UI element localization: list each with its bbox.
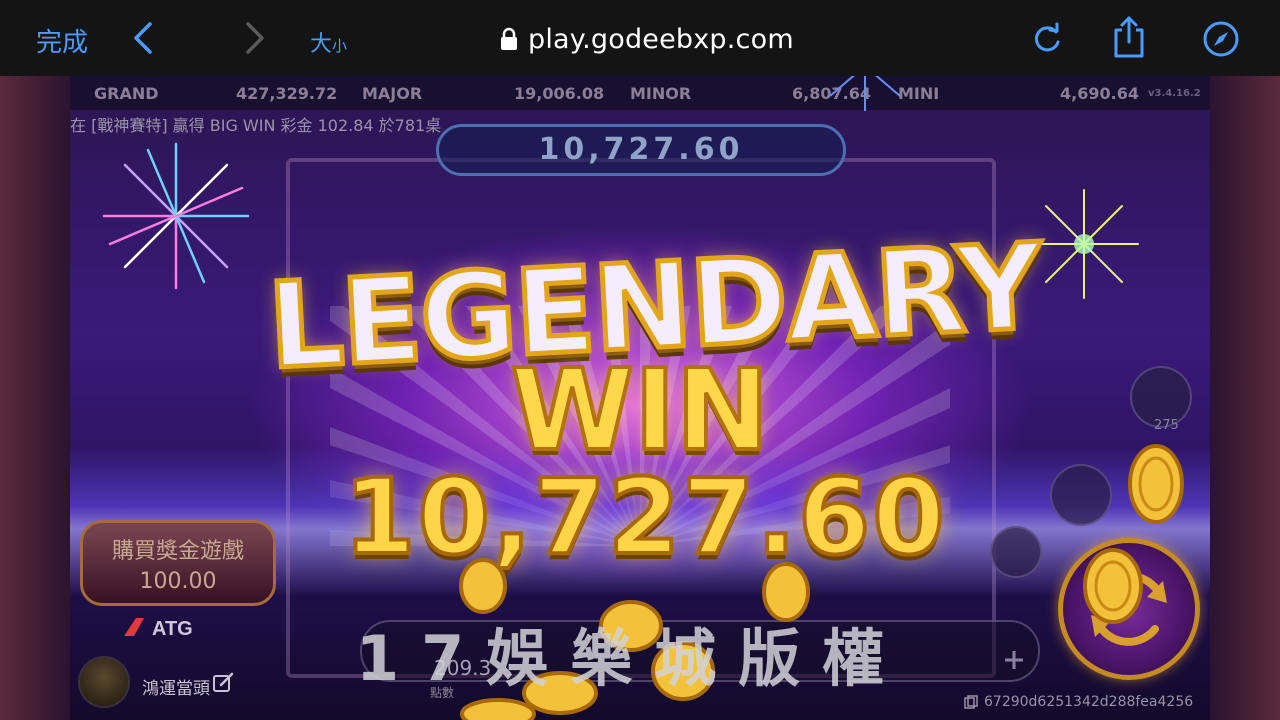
jackpot-major-label: MAJOR bbox=[362, 84, 423, 103]
watermark: 17娛樂城版權 bbox=[356, 622, 907, 695]
buy-feature-button[interactable]: 購買獎金遊戲 100.00 bbox=[80, 520, 276, 606]
win-amount: 10,727.60 bbox=[341, 454, 947, 580]
auto-play-button[interactable] bbox=[990, 526, 1042, 578]
firework-right bbox=[1029, 189, 1139, 299]
browser-toolbar: 完成 大小 play.godeebxp.com bbox=[0, 0, 1280, 76]
buy-feature-label: 購買獎金遊戲 bbox=[111, 539, 244, 564]
jackpot-grand-value: 427,329.72 bbox=[236, 84, 338, 103]
avatar[interactable] bbox=[78, 656, 130, 708]
gold-coin bbox=[1083, 548, 1143, 624]
spin-count: 275 bbox=[1154, 418, 1179, 433]
firework-top bbox=[829, 76, 901, 111]
reload-icon[interactable] bbox=[1028, 20, 1066, 58]
atg-logo-text: ATG bbox=[152, 618, 193, 640]
text-size-big-label: 大 bbox=[310, 32, 333, 57]
address-bar[interactable]: play.godeebxp.com bbox=[500, 22, 794, 56]
right-pillar bbox=[1210, 76, 1280, 720]
increase-bet-button[interactable] bbox=[992, 638, 1036, 682]
compass-icon[interactable] bbox=[1202, 20, 1240, 58]
session-id[interactable]: 67290d6251342d288fea4256 bbox=[964, 694, 1193, 710]
text-size-small-label: 小 bbox=[332, 37, 348, 55]
forward-chevron-icon[interactable] bbox=[240, 20, 270, 56]
total-win-display: 10,727.60 bbox=[436, 124, 846, 176]
turbo-button[interactable] bbox=[1050, 464, 1112, 526]
left-pillar bbox=[0, 76, 70, 720]
jackpot-major-value: 19,006.08 bbox=[514, 84, 605, 103]
gold-coin bbox=[459, 558, 507, 614]
jackpot-minor-label: MINOR bbox=[630, 84, 692, 103]
lock-icon bbox=[501, 27, 517, 50]
done-button[interactable]: 完成 bbox=[36, 22, 88, 59]
url-text: play.godeebxp.com bbox=[528, 23, 794, 55]
win-ticker: 在 [戰神賽特] 贏得 BIG WIN 彩金 102.84 於781桌 bbox=[70, 116, 442, 135]
back-chevron-icon[interactable] bbox=[128, 20, 158, 56]
firework-left bbox=[102, 142, 250, 290]
atg-logo: ATG bbox=[124, 618, 193, 640]
player-name: 鴻運當頭 bbox=[142, 679, 210, 699]
share-icon[interactable] bbox=[1110, 14, 1148, 60]
version-label: v3.4.16.2 bbox=[1148, 88, 1201, 99]
jackpot-mini-value: 4,690.64 bbox=[1060, 84, 1139, 103]
game-canvas[interactable]: GRAND 427,329.72 MAJOR 19,006.08 MINOR 6… bbox=[0, 76, 1280, 720]
copy-icon bbox=[964, 695, 978, 709]
buy-feature-price: 100.00 bbox=[139, 569, 217, 594]
session-id-text: 67290d6251342d288fea4256 bbox=[984, 694, 1194, 710]
edit-icon[interactable] bbox=[212, 672, 234, 694]
gold-coin bbox=[1128, 444, 1184, 524]
jackpot-bar: GRAND 427,329.72 MAJOR 19,006.08 MINOR 6… bbox=[70, 76, 1210, 110]
jackpot-grand-label: GRAND bbox=[94, 84, 159, 103]
text-size-button[interactable]: 大小 bbox=[310, 26, 347, 58]
